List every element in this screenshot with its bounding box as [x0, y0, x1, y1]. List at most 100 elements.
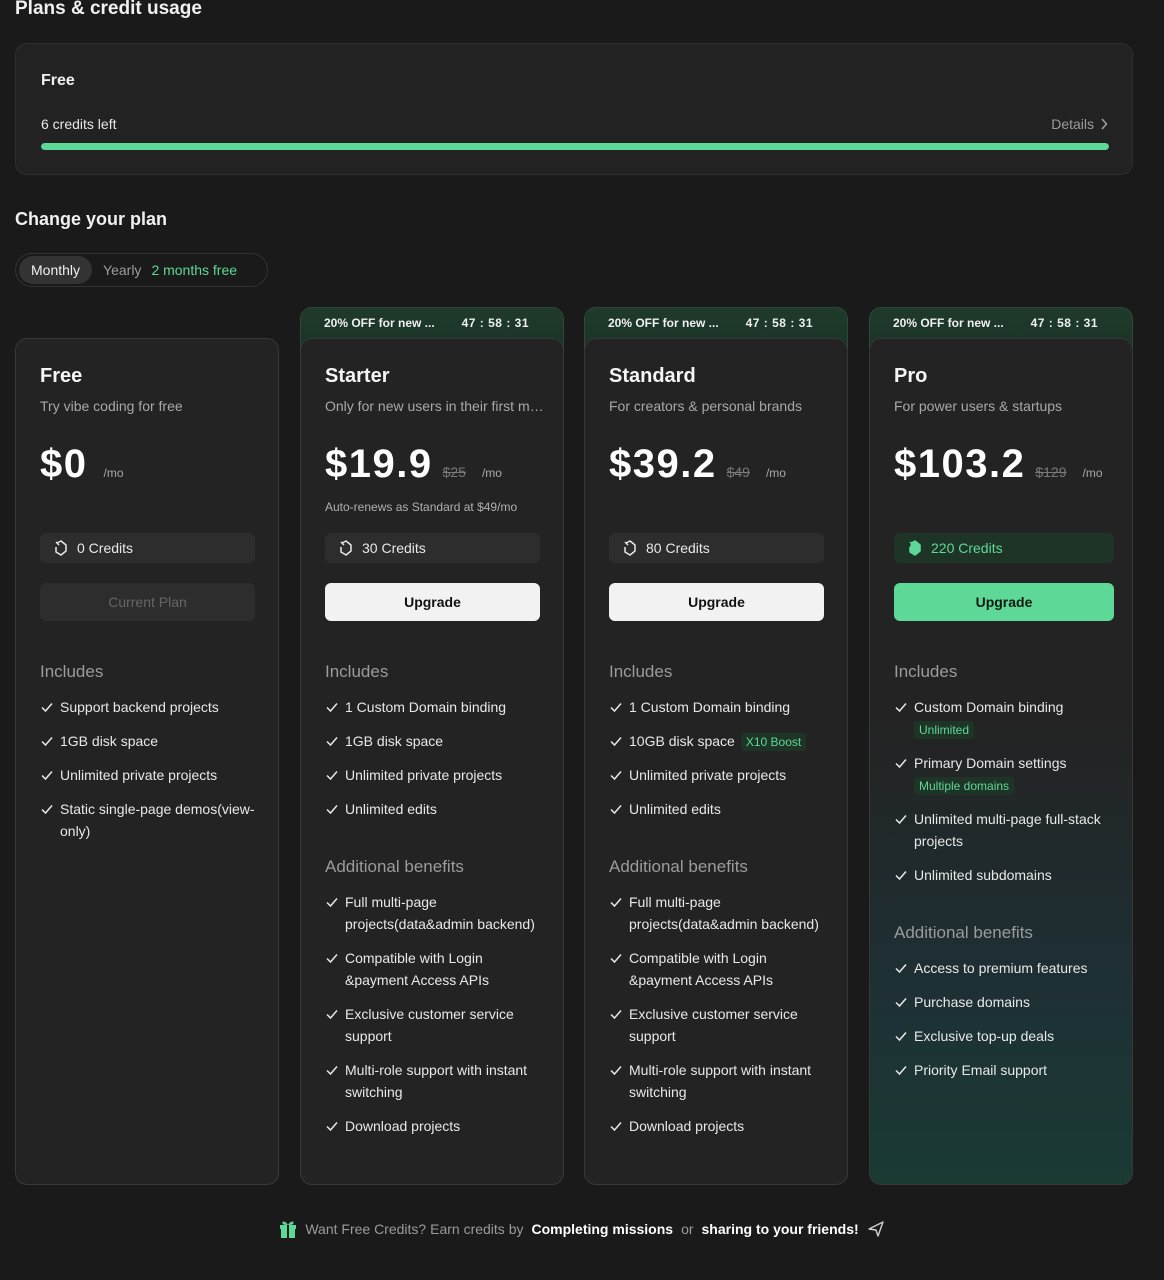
benefits-list: Access to premium features Purchase domai…	[894, 957, 1114, 1093]
plan-credits-label: 220 Credits	[931, 540, 1003, 556]
benefit-text: Exclusive customer service support	[629, 1006, 798, 1044]
upgrade-button[interactable]: Upgrade	[609, 583, 824, 621]
promo-timer: 47 : 58 : 31	[1030, 316, 1098, 330]
credit-coin-icon	[340, 540, 352, 556]
plan-credits-label: 30 Credits	[362, 540, 426, 556]
promo-text: 20% OFF for new ...	[893, 316, 1004, 330]
check-icon	[895, 1066, 907, 1076]
monthly-toggle-option[interactable]: Monthly	[19, 256, 93, 284]
plan-credits-label: 80 Credits	[646, 540, 710, 556]
plan-credits: 30 Credits	[325, 533, 540, 563]
benefit-text: Exclusive top-up deals	[914, 1028, 1055, 1044]
check-icon	[326, 898, 338, 908]
benefit-text: Exclusive customer service support	[345, 1006, 514, 1044]
check-icon	[895, 871, 907, 881]
feature-text: Unlimited edits	[345, 801, 437, 817]
benefit-text: Download projects	[345, 1118, 461, 1134]
feature-item: Unlimited private projects	[609, 764, 829, 786]
feature-tag: Unlimited	[914, 721, 975, 739]
includes-list: Custom Domain binding Unlimited Primary Do…	[894, 696, 1114, 898]
send-arrow-icon[interactable]	[867, 1220, 885, 1238]
feature-item: 1 Custom Domain binding	[609, 696, 829, 718]
feature-item: Static single-page demos(view-only)	[40, 798, 260, 842]
check-icon	[895, 815, 907, 825]
plan-card: Free Try vibe coding for free $0/mo 0 Credi…	[15, 338, 279, 1185]
plan-price: $103.2	[894, 442, 1026, 486]
benefit-item: Multi-role support with instant switchin…	[325, 1059, 545, 1103]
billing-period-toggle: Monthly Yearly 2 months free	[15, 253, 268, 287]
benefits-heading: Additional benefits	[325, 857, 464, 876]
price-period: /mo	[1082, 466, 1103, 480]
promo-text: 20% OFF for new ...	[324, 316, 435, 330]
free-credits-or: or	[681, 1221, 694, 1237]
benefit-text: Multi-role support with instant switchin…	[345, 1062, 528, 1100]
feature-item: 1 Custom Domain binding	[325, 696, 545, 718]
feature-text: Unlimited private projects	[345, 767, 503, 783]
feature-text: Static single-page demos(view-only)	[60, 801, 255, 839]
check-icon	[610, 1010, 622, 1020]
check-icon	[610, 805, 622, 815]
plan-credits: 80 Credits	[609, 533, 824, 563]
plan-old-price: $129	[1035, 464, 1067, 480]
details-link[interactable]: Details	[1051, 116, 1108, 132]
check-icon	[610, 1122, 622, 1132]
renew-note: Auto-renews as Standard at $49/mo	[325, 500, 518, 514]
check-icon	[326, 1122, 338, 1132]
check-icon	[895, 759, 907, 769]
plan-tagline: For creators & personal brands	[609, 398, 802, 414]
plan-card: Pro For power users & startups $103.2 $129 /…	[869, 338, 1133, 1185]
check-icon	[41, 703, 53, 713]
includes-heading: Includes	[325, 662, 389, 681]
benefit-item: Exclusive customer service support	[325, 1003, 545, 1047]
check-icon	[326, 737, 338, 747]
plan-credits-label: 0 Credits	[77, 540, 134, 556]
benefit-item: Full multi-page projects(data&admin back…	[325, 891, 545, 935]
check-icon	[895, 964, 907, 974]
free-credits-prefix: Want Free Credits? Earn credits by	[305, 1221, 524, 1237]
feature-text: Unlimited private projects	[60, 767, 218, 783]
upgrade-button[interactable]: Upgrade	[325, 583, 540, 621]
check-icon	[895, 998, 907, 1008]
price-row: $0/mo	[40, 442, 124, 487]
includes-list: 1 Custom Domain binding 10GB disk space X1…	[609, 696, 829, 832]
current-plan-button: Current Plan	[40, 583, 255, 621]
upgrade-button[interactable]: Upgrade	[894, 583, 1114, 621]
feature-tag: X10 Boost	[740, 733, 807, 752]
benefit-text: Compatible with Login &payment Access AP…	[629, 950, 773, 988]
check-icon	[610, 954, 622, 964]
check-icon	[41, 737, 53, 747]
current-plan-name: Free	[41, 72, 75, 89]
check-icon	[610, 771, 622, 781]
plan-card: Starter Only for new users in their first…	[300, 338, 564, 1185]
feature-text: 10GB disk space	[629, 733, 735, 749]
benefit-item: Download projects	[325, 1115, 545, 1137]
credit-coin-icon	[909, 540, 921, 556]
feature-text: Unlimited private projects	[629, 767, 787, 783]
price-period: /mo	[765, 466, 786, 480]
check-icon	[895, 703, 907, 713]
benefits-list: Full multi-page projects(data&admin back…	[325, 891, 545, 1149]
change-plan-title: Change your plan	[15, 209, 168, 229]
credit-coin-icon	[624, 540, 636, 556]
share-to-friends-link[interactable]: sharing to your friends!	[702, 1221, 859, 1237]
benefit-item: Download projects	[609, 1115, 829, 1137]
details-label: Details	[1051, 116, 1094, 132]
benefit-item: Exclusive customer service support	[609, 1003, 829, 1047]
feature-text: 1 Custom Domain binding	[345, 699, 507, 715]
price-row: $103.2 $129/mo	[894, 442, 1103, 487]
feature-text: 1GB disk space	[60, 733, 159, 749]
plan-name: Starter	[325, 365, 390, 387]
plan-tagline: For power users & startups	[894, 398, 1063, 414]
benefit-text: Full multi-page projects(data&admin back…	[345, 894, 535, 932]
feature-item: 1GB disk space	[40, 730, 260, 752]
page-title: Plans & credit usage	[15, 0, 202, 19]
yearly-toggle-option[interactable]: Yearly 2 months free	[103, 262, 237, 278]
check-icon	[610, 703, 622, 713]
plan-old-price: $49	[726, 464, 750, 480]
benefit-item: Multi-role support with instant switchin…	[609, 1059, 829, 1103]
completing-missions-link[interactable]: Completing missions	[531, 1221, 673, 1237]
feature-item: Primary Domain settings Multiple domains	[894, 752, 1114, 796]
feature-text: 1 Custom Domain binding	[629, 699, 791, 715]
plan-name: Free	[40, 365, 83, 387]
check-icon	[41, 771, 53, 781]
